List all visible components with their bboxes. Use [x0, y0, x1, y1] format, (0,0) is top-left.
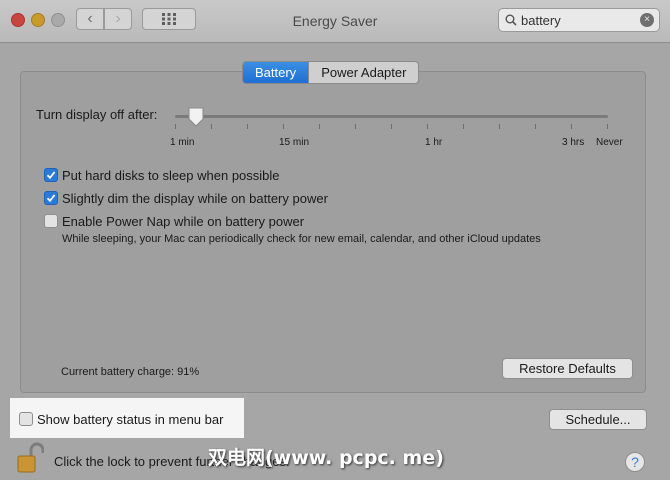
slider-tick	[283, 124, 284, 129]
help-icon[interactable]: ?	[625, 452, 645, 472]
slider-tick	[607, 124, 608, 129]
slider-ticks	[175, 124, 608, 130]
slider-tick-label: 1 hr	[425, 137, 443, 148]
option-power-nap[interactable]: Enable Power Nap while on battery power	[44, 212, 304, 230]
slider-tick-label: Never	[596, 137, 623, 148]
slider-tick	[211, 124, 212, 129]
checkbox-unchecked[interactable]	[44, 214, 58, 228]
display-sleep-slider-knob[interactable]	[187, 107, 205, 127]
battery-charge-status: Current battery charge: 91%	[61, 366, 200, 378]
slider-tick-label: 1 min	[170, 137, 195, 148]
option-label: Put hard disks to sleep when possible	[62, 167, 280, 183]
search-icon	[505, 14, 517, 26]
option-label: Slightly dim the display while on batter…	[62, 190, 328, 206]
slider-tick	[175, 124, 176, 129]
checkbox-checked[interactable]	[44, 168, 58, 182]
schedule-button[interactable]: Schedule...	[549, 409, 647, 430]
display-sleep-label: Turn display off after:	[36, 107, 158, 122]
energy-saver-window: ‹ › Energy Saver × Battery	[0, 0, 670, 480]
option-label: Enable Power Nap while on battery power	[62, 213, 305, 229]
power-nap-description: While sleeping, your Mac can periodicall…	[62, 233, 541, 245]
titlebar: ‹ › Energy Saver ×	[0, 0, 670, 43]
tab-bar: Battery Power Adapter	[242, 61, 420, 84]
slider-tick-label: 3 hrs	[562, 137, 585, 148]
slider-tick	[319, 124, 320, 129]
checkbox-unchecked[interactable]	[19, 412, 33, 426]
restore-defaults-button[interactable]: Restore Defaults	[502, 358, 633, 379]
search-input[interactable]	[521, 11, 631, 29]
display-sleep-slider-track[interactable]	[175, 115, 608, 118]
checkbox-checked[interactable]	[44, 191, 58, 205]
tab-battery[interactable]: Battery	[243, 62, 309, 83]
slider-tick	[247, 124, 248, 129]
option-hard-disk-sleep[interactable]: Put hard disks to sleep when possible	[44, 166, 280, 184]
padlock-icon[interactable]	[16, 442, 44, 474]
slider-tick	[535, 124, 536, 129]
slider-tick	[391, 124, 392, 129]
option-label: Show battery status in menu bar	[37, 411, 224, 427]
slider-tick	[499, 124, 500, 129]
tab-power-adapter[interactable]: Power Adapter	[308, 62, 418, 83]
search-field[interactable]: ×	[498, 8, 660, 32]
slider-tick-label: 15 min	[279, 137, 310, 148]
checkmark-icon	[46, 171, 56, 180]
clear-search-icon[interactable]: ×	[640, 13, 654, 27]
show-battery-status-option[interactable]: Show battery status in menu bar	[19, 410, 223, 428]
slider-tick	[463, 124, 464, 129]
option-dim-display[interactable]: Slightly dim the display while on batter…	[44, 189, 328, 207]
slider-tick	[355, 124, 356, 129]
slider-tick	[427, 124, 428, 129]
slider-tick	[571, 124, 572, 129]
watermark-text: 双电网(www. pcpc. me)	[208, 447, 444, 469]
checkmark-icon	[46, 194, 56, 203]
